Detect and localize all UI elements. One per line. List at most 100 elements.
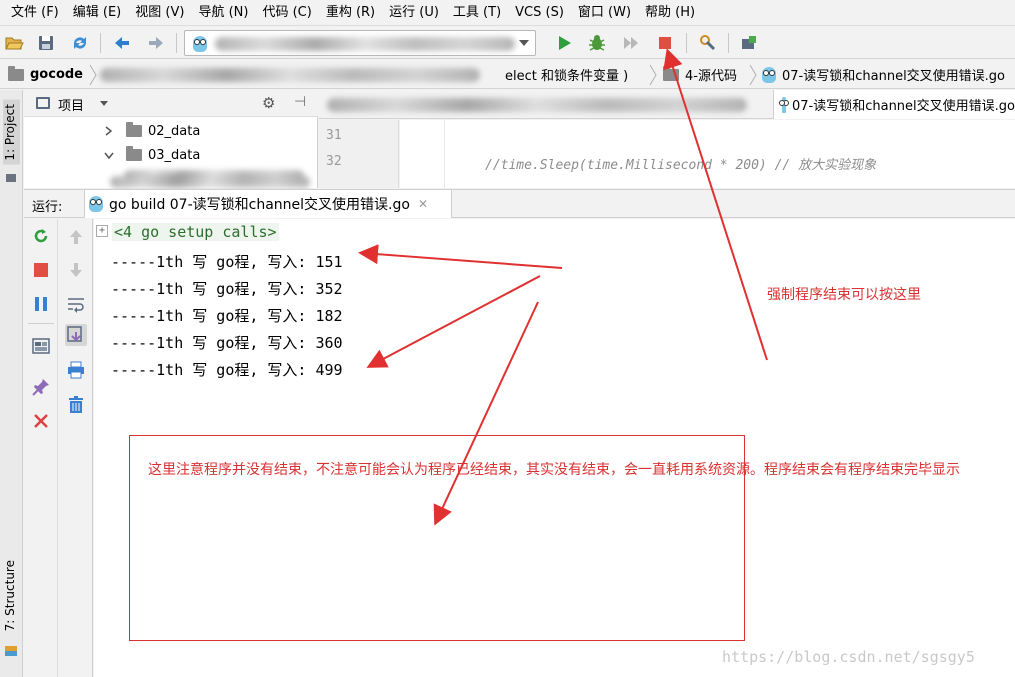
code-editor[interactable]: //time.Sleep(time.Millisecond * 200) // … [400,120,1015,188]
gopher-icon [89,196,103,212]
menu-bar: 文件 (F) 编辑 (E) 视图 (V) 导航 (N) 代码 (C) 重构 (R… [0,0,1015,26]
console-line: -----1th 写 go程, 写入: 360 [111,334,343,352]
editor-tab-label: 07-读写锁和channel交叉使用错误.go [791,99,1015,114]
folder-icon [663,65,679,81]
console-line: -----1th 写 go程, 写入: 352 [111,280,343,298]
pin-icon[interactable] [30,376,52,398]
menu-code[interactable]: 代码 (C) [255,0,318,26]
sync-icon[interactable] [69,32,91,54]
annotation-force-stop: 强制程序结束可以按这里 [767,287,921,303]
print-icon[interactable] [65,359,87,381]
close-icon[interactable]: ✕ [418,197,428,211]
console-line: -----1th 写 go程, 写入: 151 [111,253,343,271]
navigation-breadcrumb: gocode elect 和锁条件变量 ) 4-源代码 07-读写锁和chann… [0,60,1015,89]
menu-window[interactable]: 窗口 (W) [571,0,638,26]
breadcrumb-root[interactable]: gocode [8,60,83,89]
menu-help[interactable]: 帮助 (H) [638,0,702,26]
gopher-icon [762,66,776,83]
run-tab-title: go build 07-读写锁和channel交叉使用错误.go [109,197,410,213]
project-view-icon [36,97,50,109]
chevron-down-icon[interactable] [104,150,114,160]
arrow-up-icon[interactable] [65,226,87,248]
structure-tab-icon [5,646,17,656]
project-panel: 项目 ⚙ ⊣ 02_data 03_data [24,90,318,188]
breadcrumb-root-label: gocode [30,67,83,82]
editor-gutter: 31 32 [319,120,399,188]
rerun-icon[interactable] [30,226,52,248]
gear-icon[interactable]: ⚙ [262,94,275,112]
breadcrumb-partial-label: elect 和锁条件变量 ) [505,69,629,84]
tree-item-02-data[interactable]: 02_data [104,120,200,142]
tree-item-label: 03_data [148,147,201,163]
breadcrumb-separator [749,64,757,86]
run-icon[interactable] [553,32,575,54]
hide-panel-icon[interactable]: ⊣ [294,94,306,110]
project-tab-icon [6,174,16,182]
run-tab[interactable]: go build 07-读写锁和channel交叉使用错误.go ✕ [84,190,452,218]
scroll-to-end-icon[interactable] [65,324,87,346]
layout-icon[interactable] [30,335,52,357]
menu-view[interactable]: 视图 (V) [128,0,191,26]
breadcrumb-separator [649,64,657,86]
chevron-down-icon[interactable] [100,101,108,106]
menu-vcs[interactable]: VCS (S) [508,0,571,26]
console-line: -----1th 写 go程, 写入: 182 [111,307,343,325]
chevron-down-icon [519,40,529,46]
fold-toggle-icon[interactable]: + [96,225,108,237]
breadcrumb-file[interactable]: 07-读写锁和channel交叉使用错误.go [762,60,1005,89]
editor-tab-active[interactable]: 07-读写锁和channel交叉使用错误.go [773,90,1015,119]
chevron-right-icon[interactable] [104,126,114,136]
menu-tools[interactable]: 工具 (T) [446,0,508,26]
blurred-region [110,176,310,188]
back-arrow-icon[interactable] [111,32,133,54]
gopher-icon [193,36,207,52]
blurred-editor-tabs [327,98,747,112]
pause-icon[interactable] [30,293,52,315]
console-line: -----1th 写 go程, 写入: 499 [111,361,343,379]
menu-navigate[interactable]: 导航 (N) [191,0,255,26]
folder-icon [8,65,24,81]
tree-item-03-data[interactable]: 03_data [104,144,200,166]
breadcrumb-file-label: 07-读写锁和channel交叉使用错误.go [782,69,1006,84]
settings-wrench-icon[interactable] [697,32,719,54]
stop-icon[interactable] [654,32,676,54]
menu-run[interactable]: 运行 (U) [382,0,446,26]
run-configuration-select[interactable] [184,30,536,56]
breadcrumb-folder-label: 4-源代码 [685,69,737,84]
breadcrumb-folder[interactable]: 4-源代码 [663,60,737,89]
breadcrumb-separator [89,64,97,86]
code-comment-line: //time.Sleep(time.Millisecond * 200) // … [485,158,877,173]
menu-edit[interactable]: 编辑 (E) [66,0,129,26]
run-toolbar-secondary [59,219,93,677]
open-folder-icon[interactable] [3,32,25,54]
structure-tool-tab[interactable]: 7: Structure [3,560,20,631]
left-tool-strip: 1: Project 7: Structure [0,90,23,677]
editor-tab-bar: 07-读写锁和channel交叉使用错误.go [319,90,1015,119]
line-number: 31 [326,128,342,143]
menu-file[interactable]: 文件 (F) [4,0,66,26]
toolbar [0,27,1015,59]
trash-icon[interactable] [65,394,87,416]
stop-icon[interactable] [30,259,52,281]
debug-icon[interactable] [586,32,608,54]
project-tool-tab[interactable]: 1: Project [3,100,20,165]
breadcrumb-partial[interactable]: elect 和锁条件变量 ) [505,60,628,89]
project-panel-header: 项目 ⚙ ⊣ [24,90,318,117]
forward-arrow-icon[interactable] [145,32,167,54]
console-setup-calls[interactable]: <4 go setup calls> [112,223,279,241]
project-panel-title[interactable]: 项目 [58,95,84,114]
run-toolbar-primary [24,219,58,677]
line-number: 32 [326,154,342,169]
arrow-down-icon[interactable] [65,259,87,281]
close-icon[interactable] [30,410,52,432]
tree-item-label: 02_data [148,123,201,139]
folder-icon [126,122,142,137]
menu-refactor[interactable]: 重构 (R) [319,0,382,26]
blurred-breadcrumb-path [100,68,480,82]
gopher-icon [778,96,789,113]
sdk-chip-icon[interactable] [738,32,760,54]
soft-wrap-icon[interactable] [65,293,87,315]
save-icon[interactable] [35,32,57,54]
coverage-icon[interactable] [620,32,642,54]
run-window-label: 运行: [32,200,63,215]
